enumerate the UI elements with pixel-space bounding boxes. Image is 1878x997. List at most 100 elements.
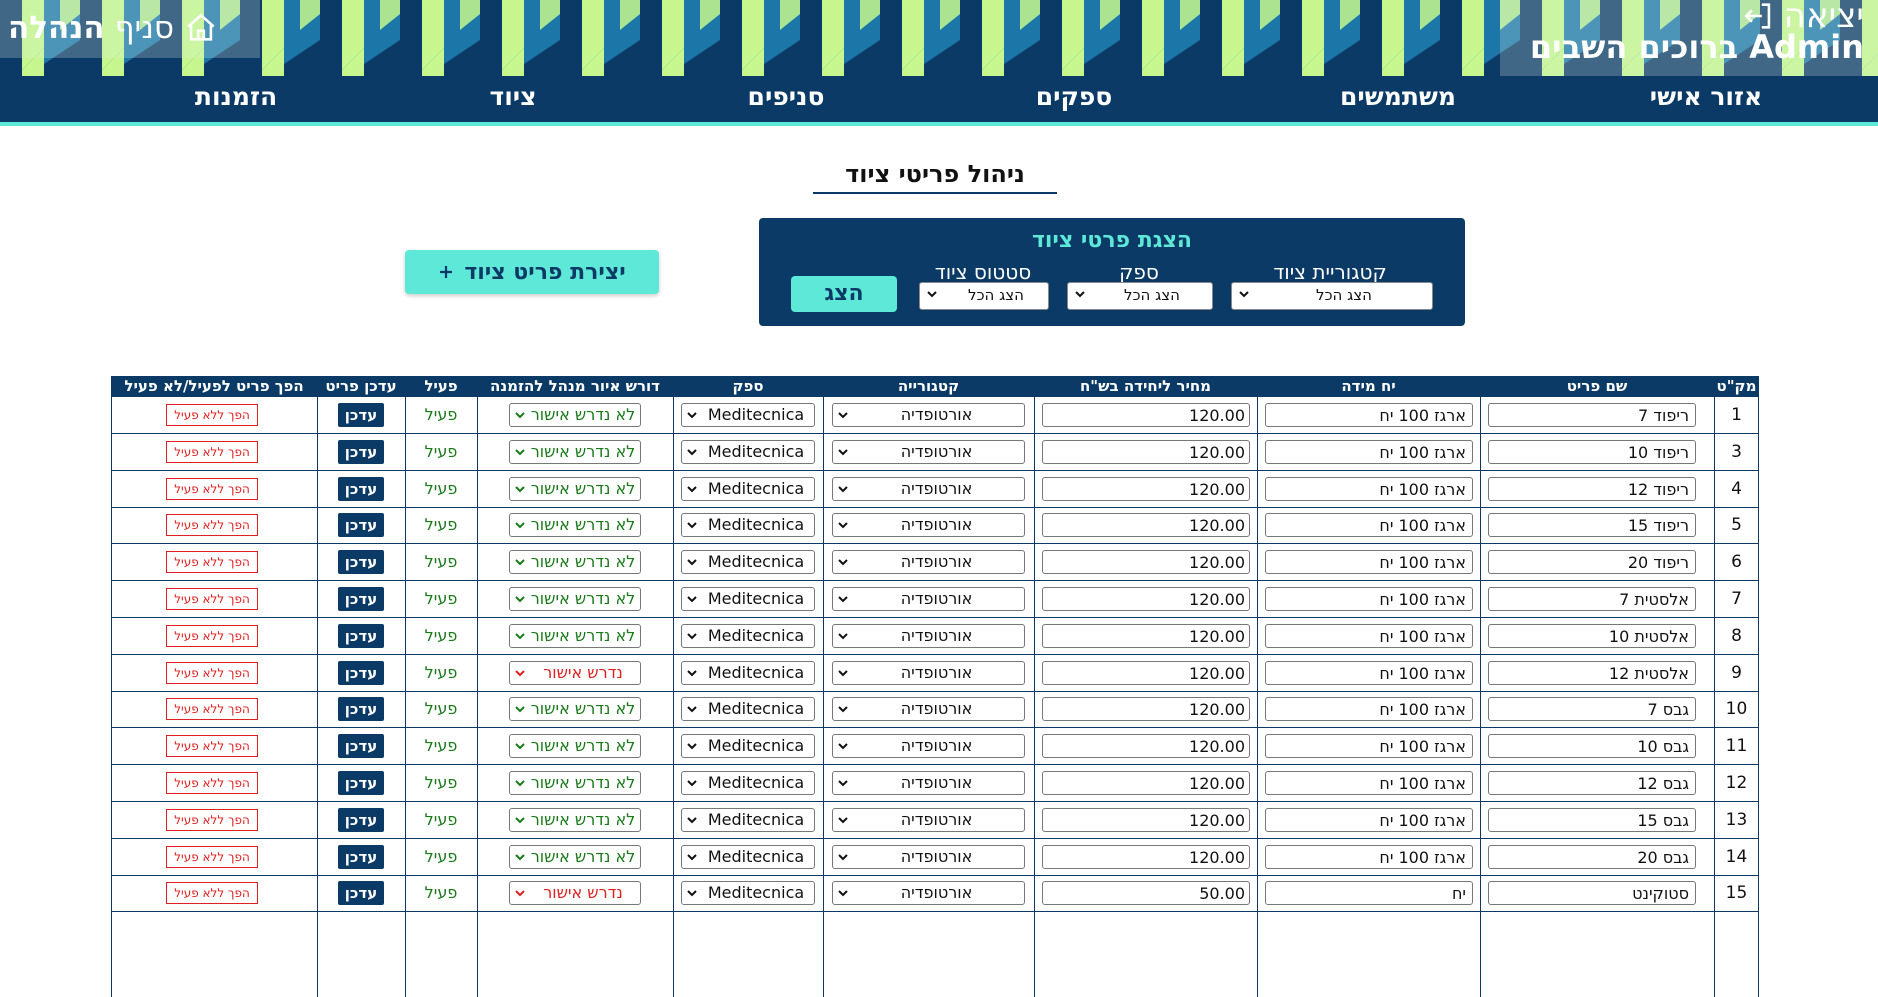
status-filter-select[interactable]: הצג הכל [919, 282, 1049, 310]
item-name-input[interactable]: גבס 20 [1488, 844, 1696, 869]
supplier-select[interactable]: Meditecnica [681, 844, 815, 869]
price-input[interactable]: 120.00 [1042, 734, 1250, 759]
item-name-input[interactable]: גבס 10 [1488, 734, 1696, 759]
unit-input[interactable]: ארגז 100 יח [1265, 697, 1473, 722]
approval-select[interactable]: לא נדרש אישור [509, 403, 641, 427]
category-select[interactable]: אורטופדיה [832, 660, 1025, 685]
category-select[interactable]: אורטופדיה [832, 550, 1025, 575]
price-input[interactable]: 120.00 [1042, 550, 1250, 575]
nav-users[interactable]: משתמשים [1340, 82, 1456, 111]
unit-input[interactable]: ארגז 100 יח [1265, 476, 1473, 501]
show-button[interactable]: הצג [791, 276, 897, 312]
unit-input[interactable]: ארגז 100 יח [1265, 623, 1473, 648]
unit-input[interactable]: ארגז 100 יח [1265, 734, 1473, 759]
category-select[interactable]: אורטופדיה [832, 697, 1025, 722]
item-name-input[interactable]: גבס 12 [1488, 771, 1696, 795]
toggle-active-button[interactable]: הפך ללא פעיל [166, 624, 258, 647]
item-name-input[interactable]: ריפוד 15 [1488, 513, 1696, 538]
item-name-input[interactable]: גבס 7 [1488, 697, 1696, 722]
nav-suppliers[interactable]: ספקים [1036, 82, 1113, 111]
update-item-button[interactable]: עדכן [338, 439, 384, 464]
toggle-active-button[interactable]: הפך ללא פעיל [166, 514, 258, 537]
price-input[interactable]: 120.00 [1042, 623, 1250, 648]
supplier-select[interactable]: Meditecnica [681, 623, 815, 648]
update-item-button[interactable]: עדכן [338, 881, 384, 906]
create-item-button[interactable]: יצירת פריט ציוד [405, 250, 659, 294]
approval-select[interactable]: לא נדרש אישור [509, 771, 641, 795]
item-name-input[interactable]: ריפוד 10 [1488, 439, 1696, 464]
price-input[interactable]: 50.00 [1042, 881, 1250, 906]
category-select[interactable]: אורטופדיה [832, 587, 1025, 611]
price-input[interactable]: 120.00 [1042, 844, 1250, 869]
approval-select[interactable]: לא נדרש אישור [509, 513, 641, 538]
price-input[interactable]: 120.00 [1042, 476, 1250, 501]
approval-select[interactable]: לא נדרש אישור [509, 587, 641, 611]
toggle-active-button[interactable]: הפך ללא פעיל [166, 735, 258, 758]
item-name-input[interactable]: גבס 15 [1488, 807, 1696, 832]
supplier-select[interactable]: Meditecnica [681, 734, 815, 759]
price-input[interactable]: 120.00 [1042, 439, 1250, 464]
unit-input[interactable]: ארגז 100 יח [1265, 844, 1473, 869]
category-select[interactable]: אורטופדיה [832, 513, 1025, 538]
update-item-button[interactable]: עדכן [338, 660, 384, 685]
unit-input[interactable]: ארגז 100 יח [1265, 513, 1473, 538]
category-select[interactable]: אורטופדיה [832, 807, 1025, 832]
unit-input[interactable]: ארגז 100 יח [1265, 771, 1473, 795]
approval-select[interactable]: לא נדרש אישור [509, 734, 641, 759]
supplier-filter-select[interactable]: הצג הכל [1067, 282, 1213, 310]
category-select[interactable]: אורטופדיה [832, 844, 1025, 869]
approval-select[interactable]: לא נדרש אישור [509, 697, 641, 722]
supplier-select[interactable]: Meditecnica [681, 807, 815, 832]
update-item-button[interactable]: עדכן [338, 587, 384, 611]
supplier-select[interactable]: Meditecnica [681, 771, 815, 795]
item-name-input[interactable]: סטוקינט [1488, 881, 1696, 906]
update-item-button[interactable]: עדכן [338, 513, 384, 538]
unit-input[interactable]: ארגז 100 יח [1265, 403, 1473, 427]
approval-select[interactable]: לא נדרש אישור [509, 439, 641, 464]
approval-select[interactable]: נדרש אישור [509, 660, 641, 685]
unit-input[interactable]: ארגז 100 יח [1265, 807, 1473, 832]
toggle-active-button[interactable]: הפך ללא פעיל [166, 845, 258, 868]
unit-input[interactable]: ארגז 100 יח [1265, 587, 1473, 611]
approval-select[interactable]: לא נדרש אישור [509, 623, 641, 648]
nav-personal-area[interactable]: אזור אישי [1650, 82, 1762, 111]
nav-equipment[interactable]: ציוד [490, 82, 537, 111]
supplier-select[interactable]: Meditecnica [681, 403, 815, 427]
toggle-active-button[interactable]: הפך ללא פעיל [166, 661, 258, 684]
toggle-active-button[interactable]: הפך ללא פעיל [166, 772, 258, 794]
category-select[interactable]: אורטופדיה [832, 734, 1025, 759]
unit-input[interactable]: יח [1265, 881, 1473, 906]
item-name-input[interactable]: ריפוד 12 [1488, 476, 1696, 501]
item-name-input[interactable]: ריפוד 20 [1488, 550, 1696, 575]
supplier-select[interactable]: Meditecnica [681, 660, 815, 685]
category-select[interactable]: אורטופדיה [832, 403, 1025, 427]
supplier-select[interactable]: Meditecnica [681, 550, 815, 575]
update-item-button[interactable]: עדכן [338, 734, 384, 759]
approval-select[interactable]: נדרש אישור [509, 881, 641, 906]
item-name-input[interactable]: אלסטית 12 [1488, 660, 1696, 685]
item-name-input[interactable]: אלסטית 7 [1488, 587, 1696, 611]
approval-select[interactable]: לא נדרש אישור [509, 844, 641, 869]
price-input[interactable]: 120.00 [1042, 587, 1250, 611]
category-select[interactable]: אורטופדיה [832, 881, 1025, 906]
supplier-select[interactable]: Meditecnica [681, 439, 815, 464]
unit-input[interactable]: ארגז 100 יח [1265, 439, 1473, 464]
toggle-active-button[interactable]: הפך ללא פעיל [166, 404, 258, 426]
toggle-active-button[interactable]: הפך ללא פעיל [166, 698, 258, 721]
category-select[interactable]: אורטופדיה [832, 623, 1025, 648]
supplier-select[interactable]: Meditecnica [681, 697, 815, 722]
supplier-select[interactable]: Meditecnica [681, 513, 815, 538]
unit-input[interactable]: ארגז 100 יח [1265, 660, 1473, 685]
approval-select[interactable]: לא נדרש אישור [509, 476, 641, 501]
update-item-button[interactable]: עדכן [338, 476, 384, 501]
category-select[interactable]: אורטופדיה [832, 439, 1025, 464]
item-name-input[interactable]: ריפוד 7 [1488, 403, 1696, 427]
approval-select[interactable]: לא נדרש אישור [509, 550, 641, 575]
toggle-active-button[interactable]: הפך ללא פעיל [166, 440, 258, 463]
supplier-select[interactable]: Meditecnica [681, 881, 815, 906]
toggle-active-button[interactable]: הפך ללא פעיל [166, 882, 258, 905]
price-input[interactable]: 120.00 [1042, 807, 1250, 832]
branch-home-link[interactable]: סניף הנהלה [8, 10, 218, 46]
category-select[interactable]: אורטופדיה [832, 771, 1025, 795]
supplier-select[interactable]: Meditecnica [681, 476, 815, 501]
